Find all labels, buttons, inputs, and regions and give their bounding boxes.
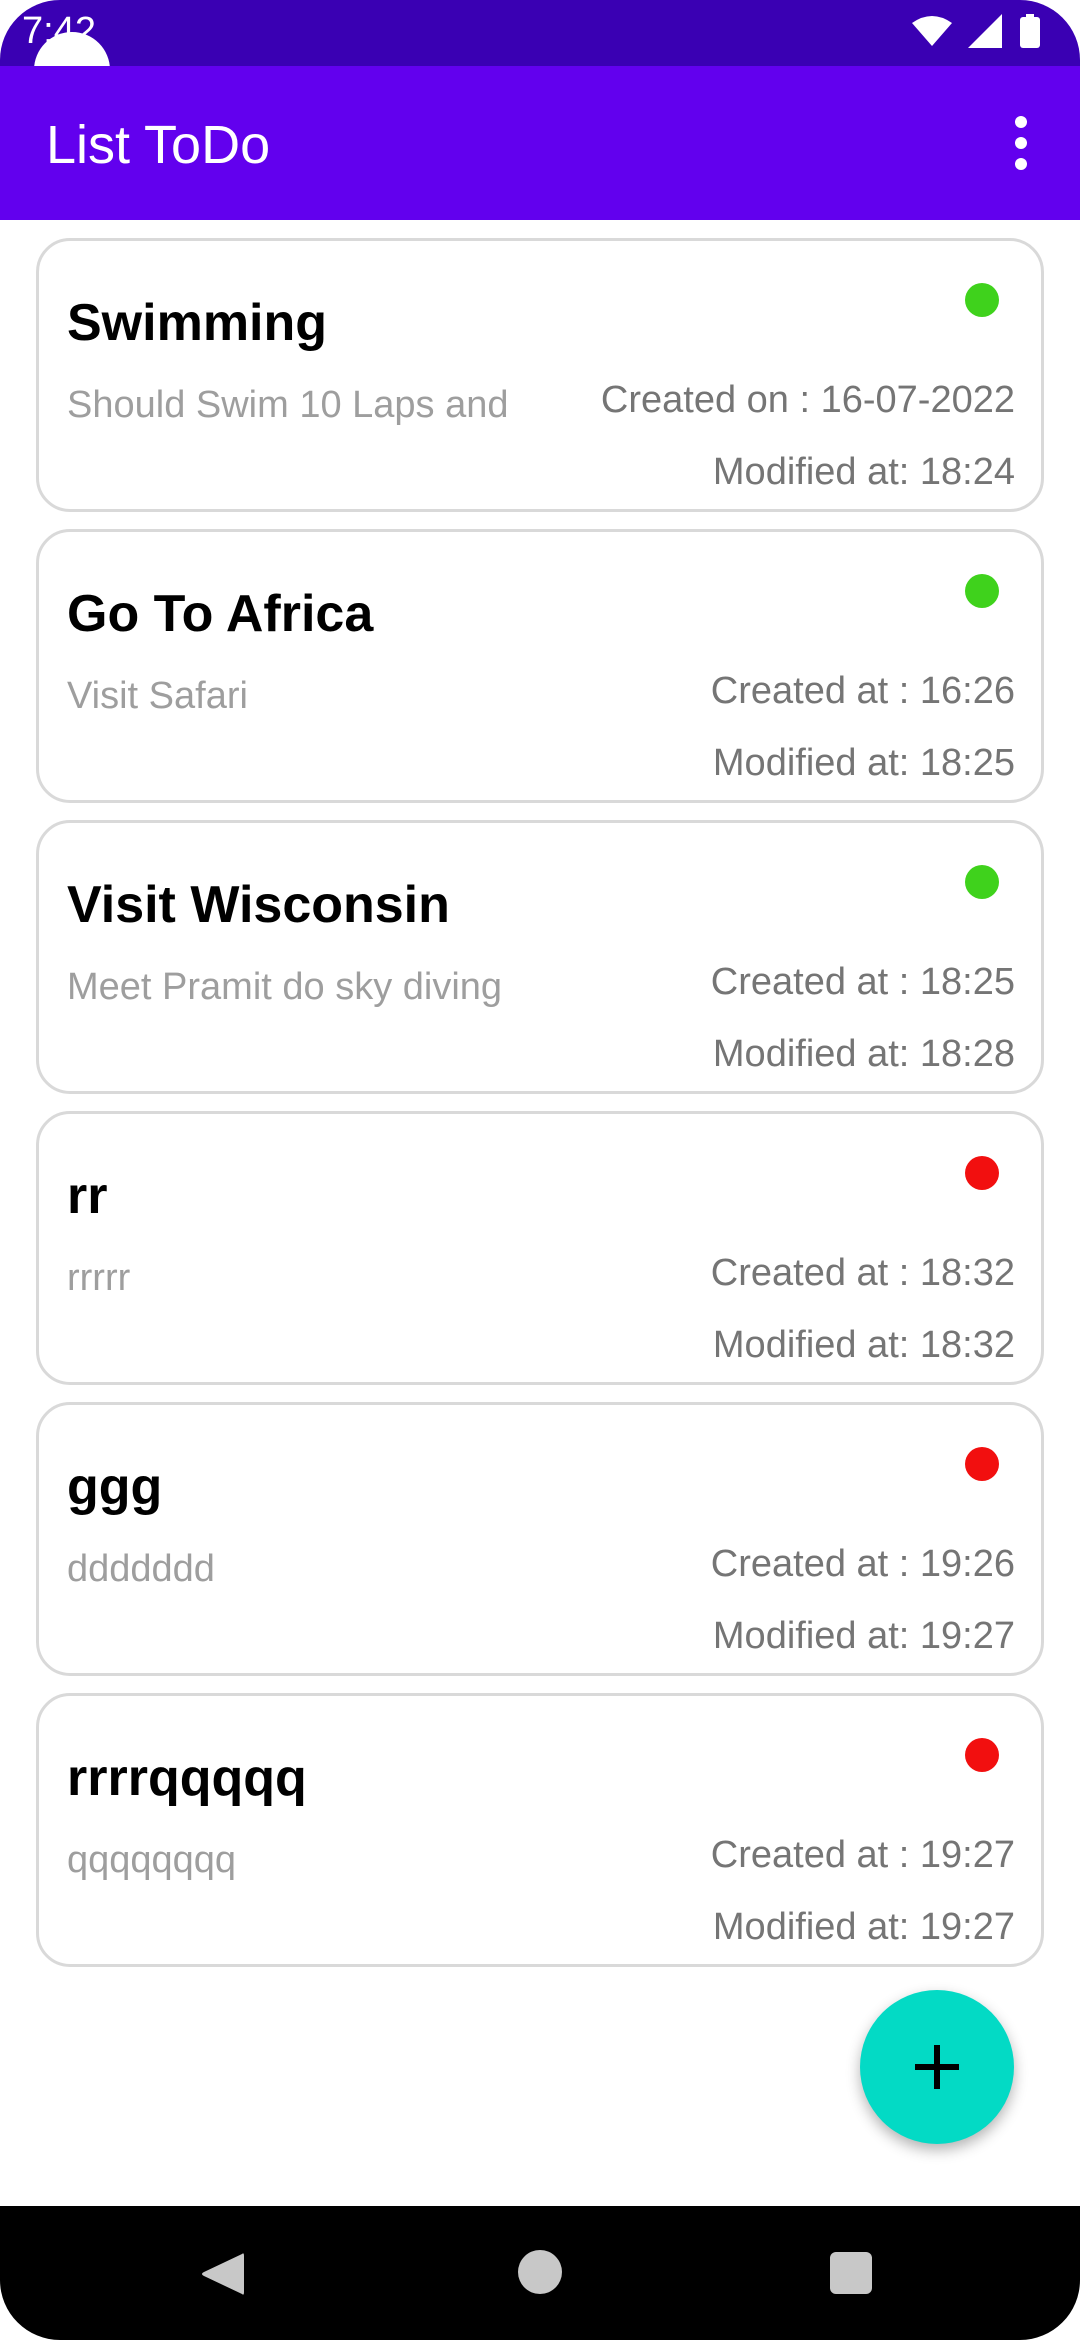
home-circle-icon[interactable] [518, 2250, 562, 2294]
todo-created: Created at : 18:32 [710, 1252, 1015, 1294]
todo-title: Visit Wisconsin [67, 876, 450, 934]
todo-title: rr [67, 1167, 108, 1225]
status-dot-icon [965, 1156, 999, 1190]
status-dot-icon [965, 574, 999, 608]
todo-title: Go To Africa [67, 585, 374, 643]
todo-card[interactable]: Visit Wisconsin Meet Pramit do sky divin… [36, 820, 1044, 1094]
todo-description: Meet Pramit do sky diving [67, 966, 503, 1008]
todo-modified: Modified at: 18:28 [712, 1033, 1015, 1075]
todo-card[interactable]: rrrrqqqqq qqqqqqqq Created at : 19:27 Mo… [36, 1693, 1044, 1967]
todo-description: Should Swim 10 Laps and [67, 384, 509, 426]
plus-icon [915, 2045, 959, 2089]
back-triangle-icon[interactable] [200, 2250, 246, 2298]
status-icons [912, 14, 1040, 48]
app-title: List ToDo [46, 115, 271, 175]
status-dot-icon [965, 283, 999, 317]
signal-icon [968, 14, 1002, 48]
todo-modified: Modified at: 18:32 [712, 1324, 1015, 1366]
overflow-menu-icon[interactable] [996, 110, 1046, 176]
todo-modified: Modified at: 19:27 [712, 1615, 1015, 1657]
add-todo-button[interactable] [860, 1990, 1014, 2144]
todo-list: Swimming Should Swim 10 Laps and Created… [36, 238, 1044, 1984]
todo-title: ggg [67, 1458, 163, 1516]
app-bar: List ToDo [0, 66, 1080, 220]
todo-card[interactable]: rr rrrrr Created at : 18:32 Modified at:… [36, 1111, 1044, 1385]
todo-card[interactable]: Go To Africa Visit Safari Created at : 1… [36, 529, 1044, 803]
screen: 7:42 List ToDo Swimming Should Swim 10 L… [0, 0, 1080, 2340]
todo-created: Created at : 16:26 [710, 670, 1015, 712]
todo-description: rrrrr [67, 1257, 131, 1299]
navigation-bar [0, 2206, 1080, 2340]
todo-description: qqqqqqqq [67, 1839, 237, 1881]
todo-created: Created at : 19:26 [710, 1543, 1015, 1585]
status-bar: 7:42 [0, 0, 1080, 66]
todo-created: Created at : 19:27 [710, 1834, 1015, 1876]
todo-title: rrrrqqqqq [67, 1749, 307, 1807]
todo-title: Swimming [67, 294, 328, 352]
todo-card[interactable]: Swimming Should Swim 10 Laps and Created… [36, 238, 1044, 512]
recents-square-icon[interactable] [830, 2252, 872, 2294]
todo-created: Created on : 16-07-2022 [600, 379, 1015, 421]
todo-modified: Modified at: 18:24 [712, 451, 1015, 493]
todo-created: Created at : 18:25 [710, 961, 1015, 1003]
status-dot-icon [965, 1738, 999, 1772]
todo-modified: Modified at: 19:27 [712, 1906, 1015, 1948]
battery-icon [1020, 14, 1040, 48]
todo-description: Visit Safari [67, 675, 248, 717]
wifi-icon [912, 16, 952, 46]
status-dot-icon [965, 1447, 999, 1481]
todo-card[interactable]: ggg ddddddd Created at : 19:26 Modified … [36, 1402, 1044, 1676]
todo-description: ddddddd [67, 1548, 215, 1590]
status-dot-icon [965, 865, 999, 899]
todo-modified: Modified at: 18:25 [712, 742, 1015, 784]
